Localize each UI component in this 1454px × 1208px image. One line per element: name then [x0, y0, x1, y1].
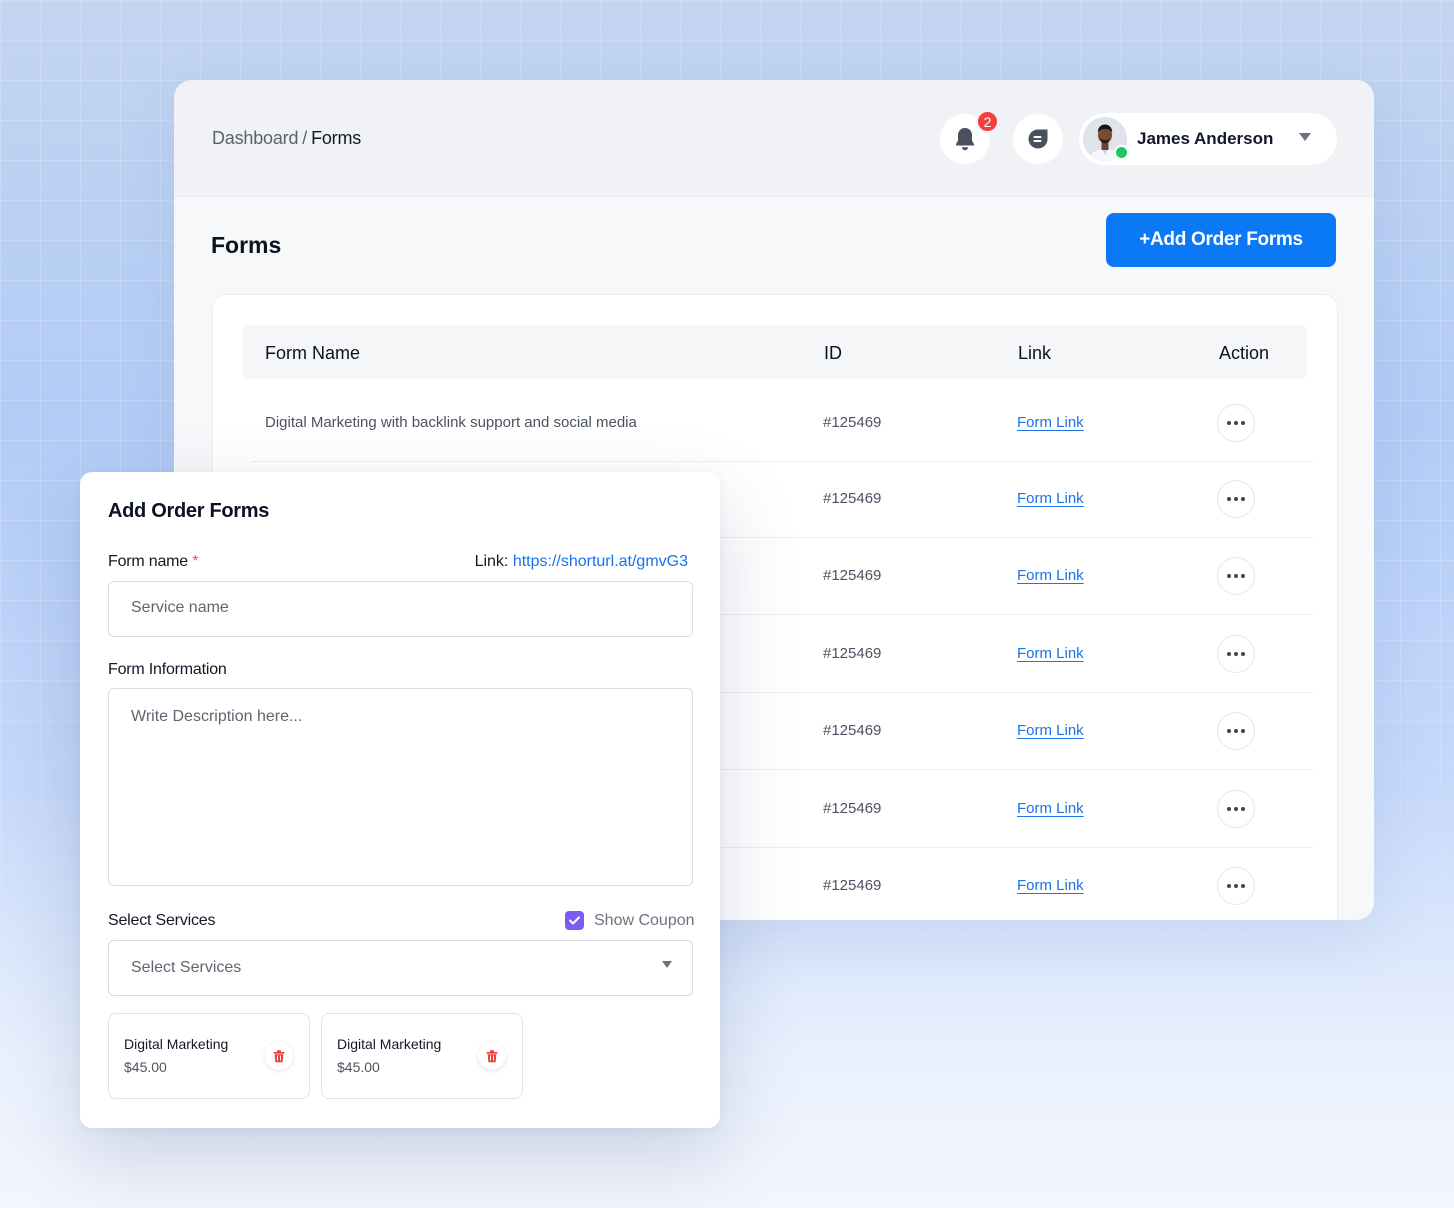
caret-down-icon — [662, 961, 672, 968]
form-link[interactable]: Form Link — [1017, 722, 1084, 739]
required-mark: * — [192, 553, 199, 570]
generated-link: Link: https://shorturl.at/gmvG3 — [475, 553, 688, 571]
more-horizontal-icon — [1227, 497, 1245, 501]
link-url[interactable]: https://shorturl.at/gmvG3 — [513, 553, 688, 570]
more-horizontal-icon — [1227, 574, 1245, 578]
more-horizontal-icon — [1227, 807, 1245, 811]
form-link[interactable]: Form Link — [1017, 800, 1084, 817]
row-actions-button[interactable] — [1217, 712, 1255, 750]
trash-icon — [486, 1049, 498, 1062]
form-name-placeholder: Service name — [131, 599, 229, 616]
form-id-cell: #125469 — [823, 645, 882, 662]
column-action: Action — [1219, 343, 1270, 363]
notification-badge: 2 — [976, 110, 999, 133]
form-link[interactable]: Form Link — [1017, 645, 1084, 662]
row-actions-button[interactable] — [1217, 790, 1255, 828]
form-id-cell: #125469 — [823, 490, 882, 507]
breadcrumb-separator: / — [302, 128, 308, 148]
show-coupon-label: Show Coupon — [594, 912, 695, 929]
breadcrumb-dashboard[interactable]: Dashboard — [212, 128, 298, 148]
form-information-placeholder: Write Description here... — [131, 708, 303, 725]
more-horizontal-icon — [1227, 729, 1245, 733]
row-actions-button[interactable] — [1217, 867, 1255, 905]
form-information-label: Form Information — [108, 661, 227, 678]
check-icon — [569, 916, 580, 925]
remove-service-button[interactable] — [478, 1042, 506, 1070]
form-name-cell: Digital Marketing with backlink support … — [265, 414, 637, 431]
caret-down-icon — [1299, 133, 1311, 141]
breadcrumb: Dashboard / Forms — [212, 128, 361, 149]
select-services-dropdown[interactable]: Select Services — [108, 940, 693, 996]
user-menu[interactable]: James Anderson — [1079, 113, 1337, 165]
column-link: Link — [1018, 343, 1052, 363]
more-horizontal-icon — [1227, 884, 1245, 888]
form-id-cell: #125469 — [823, 414, 882, 431]
table-row: Digital Marketing with backlink support … — [251, 386, 1313, 462]
add-order-forms-modal: Add Order Forms Form name * Link: https:… — [80, 472, 720, 1128]
row-actions-button[interactable] — [1217, 404, 1255, 442]
select-services-label: Select Services — [108, 912, 216, 929]
form-link[interactable]: Form Link — [1017, 490, 1084, 507]
link-label: Link: — [474, 553, 509, 570]
column-form-name: Form Name — [265, 343, 361, 363]
service-name: Digital Marketing — [337, 1036, 442, 1052]
row-actions-button[interactable] — [1217, 635, 1255, 673]
form-information-textarea[interactable]: Write Description here... — [108, 688, 693, 886]
more-horizontal-icon — [1227, 652, 1245, 656]
select-services-placeholder: Select Services — [131, 959, 242, 976]
form-name-input[interactable]: Service name — [108, 581, 693, 637]
service-price: $45.00 — [124, 1059, 167, 1075]
bell-icon — [956, 128, 974, 151]
remove-service-button[interactable] — [265, 1042, 293, 1070]
form-id-cell: #125469 — [823, 567, 882, 584]
table-header: Form Name ID Link Action — [243, 325, 1307, 379]
row-actions-button[interactable] — [1217, 557, 1255, 595]
form-name-label: Form name * — [108, 553, 198, 571]
service-price: $45.00 — [337, 1059, 380, 1075]
form-id-cell: #125469 — [823, 722, 882, 739]
messages-button[interactable] — [1013, 114, 1063, 164]
column-id: ID — [824, 343, 842, 363]
online-status-dot — [1114, 145, 1129, 160]
modal-title: Add Order Forms — [108, 500, 270, 522]
trash-icon — [273, 1049, 285, 1062]
form-link[interactable]: Form Link — [1017, 567, 1084, 584]
more-horizontal-icon — [1227, 421, 1245, 425]
page-title: Forms — [211, 232, 282, 258]
add-order-forms-button[interactable]: +Add Order Forms — [1106, 213, 1336, 267]
selected-service-chip: Digital Marketing $45.00 — [321, 1013, 523, 1099]
user-name: James Anderson — [1137, 129, 1274, 148]
top-bar: Dashboard / Forms 2 James Anderson — [174, 80, 1374, 197]
form-id-cell: #125469 — [823, 800, 882, 817]
chat-icon — [1028, 129, 1048, 149]
service-name: Digital Marketing — [124, 1036, 229, 1052]
selected-service-chip: Digital Marketing $45.00 — [108, 1013, 310, 1099]
form-link[interactable]: Form Link — [1017, 414, 1084, 431]
row-actions-button[interactable] — [1217, 480, 1255, 518]
form-id-cell: #125469 — [823, 877, 882, 894]
form-name-label-text: Form name — [108, 553, 188, 570]
form-link[interactable]: Form Link — [1017, 877, 1084, 894]
breadcrumb-forms: Forms — [311, 128, 362, 148]
show-coupon-checkbox[interactable] — [565, 911, 584, 930]
